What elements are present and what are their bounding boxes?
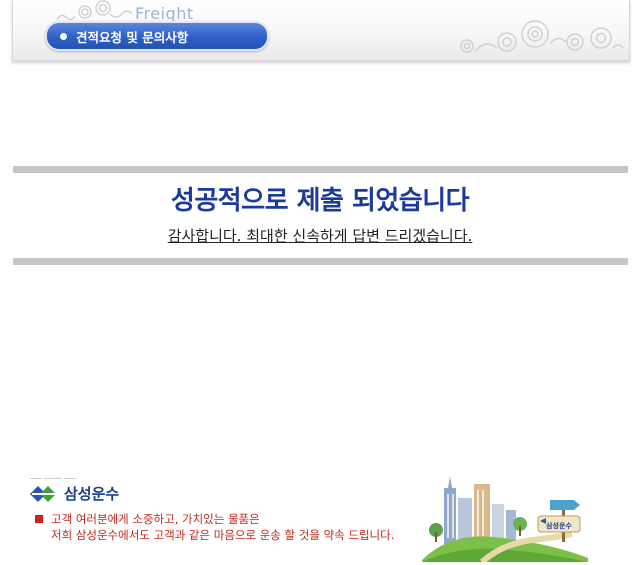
swirl-decoration-right — [460, 20, 624, 53]
section-title: 견적요청 및 문의사항 — [76, 29, 189, 45]
footer-line-1-text: 고객 여러분에게 소중하고, 가치있는 물품은 — [51, 512, 260, 526]
divider-top — [13, 166, 628, 173]
success-headline: 성공적으로 제출 되었습니다 — [170, 186, 470, 216]
section-title-pill: 견적요청 및 문의사항 — [45, 21, 269, 51]
city-hill-illustration: 삼성운수 — [422, 476, 588, 562]
sign-text: 삼성운수 — [546, 521, 572, 530]
company-name: 삼성운수 — [64, 485, 120, 503]
footer-line-2: 저희 삼성운수에서도 고객과 같은 마음으로 운송 할 것을 약속 드립니다. — [51, 528, 395, 542]
thank-you-text: 감사합니다. 최대한 신속하게 답변 드리겠습니다. — [167, 227, 473, 245]
bullet-dot-icon — [60, 32, 67, 40]
logo-mark-icon — [30, 485, 58, 502]
certification-mark: —— ——— —— — [30, 475, 76, 482]
footer: —— ——— —— 삼성운수 고객 여러분에게 소중하고, 가치있는 물품은 저… — [0, 470, 640, 565]
header-banner: Freight 견적요청 및 문의사항 — [12, 0, 630, 61]
red-square-icon — [35, 514, 43, 523]
footer-line-1: 고객 여러분에게 소중하고, 가치있는 물품은 — [35, 511, 260, 527]
divider-bottom — [13, 258, 628, 265]
company-logo: 삼성운수 — [30, 483, 119, 504]
